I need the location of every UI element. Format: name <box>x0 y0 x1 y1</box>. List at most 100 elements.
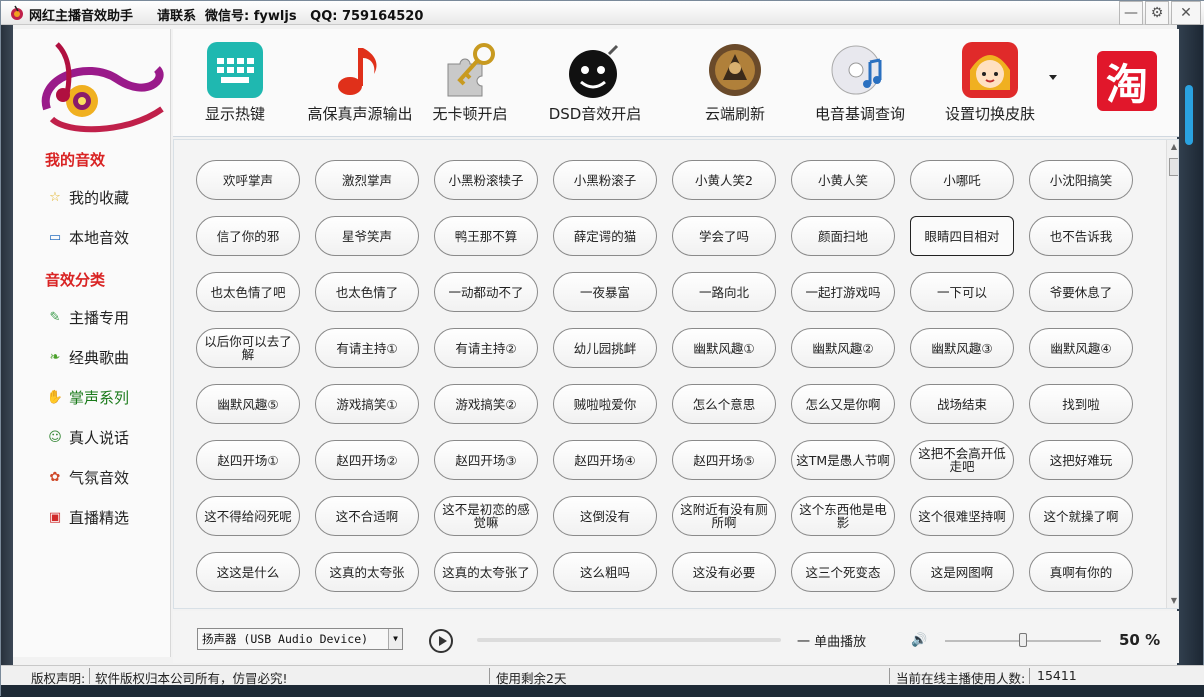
sidebar-item-label: 掌声系列 <box>69 388 130 407</box>
sound-button[interactable]: 怎么又是你啊 <box>791 384 895 424</box>
sound-button[interactable]: 这三个死变态 <box>791 552 895 592</box>
sound-button[interactable]: 欢呼掌声 <box>196 160 300 200</box>
sound-button[interactable]: 怎么个意思 <box>672 384 776 424</box>
edm-query-button[interactable]: 电音基调查询 <box>795 39 925 131</box>
sound-button[interactable]: 这不合适啊 <box>315 496 419 536</box>
sound-button[interactable]: 这把好难玩 <box>1029 440 1133 480</box>
sound-button[interactable]: 薛定谔的猫 <box>553 216 657 256</box>
sound-button[interactable]: 游戏搞笑② <box>434 384 538 424</box>
sound-button[interactable]: 这个东西他是电影 <box>791 496 895 536</box>
sound-button[interactable]: 这真的太夸张了 <box>434 552 538 592</box>
sound-button[interactable]: 赵四开场① <box>196 440 300 480</box>
sound-button[interactable]: 这真的太夸张 <box>315 552 419 592</box>
sound-button[interactable]: 一下可以 <box>910 272 1014 312</box>
scroll-up-icon[interactable]: ▲ <box>1169 142 1178 152</box>
sound-button[interactable]: 这TM是愚人节啊 <box>791 440 895 480</box>
sound-button[interactable]: 眼睛四目相对 <box>910 216 1014 256</box>
sound-button[interactable]: 一起打游戏吗 <box>791 272 895 312</box>
sound-button[interactable]: 这把不会高开低走吧 <box>910 440 1014 480</box>
sound-button[interactable]: 这不是初恋的感觉嘛 <box>434 496 538 536</box>
sound-button[interactable]: 游戏搞笑① <box>315 384 419 424</box>
sound-button[interactable]: 也太色情了 <box>315 272 419 312</box>
sound-button[interactable]: 爷要休息了 <box>1029 272 1133 312</box>
sound-button[interactable]: 幽默风趣② <box>791 328 895 368</box>
sound-button[interactable]: 这这是什么 <box>196 552 300 592</box>
sidebar-item-live-picks[interactable]: ▣ 直播精选 <box>47 505 129 529</box>
sound-button[interactable]: 有请主持② <box>434 328 538 368</box>
sound-button[interactable]: 小哪吒 <box>910 160 1014 200</box>
sound-button[interactable]: 真啊有你的 <box>1029 552 1133 592</box>
dsd-sound-button[interactable]: DSD音效开启 <box>530 39 660 131</box>
sidebar-item-speech[interactable]: ☺ 真人说话 <box>47 425 129 449</box>
settings-button[interactable]: ⚙ <box>1145 1 1169 25</box>
sound-button[interactable]: 幼儿园挑衅 <box>553 328 657 368</box>
no-lag-button[interactable]: 无卡顿开启 <box>405 39 535 131</box>
sound-button[interactable]: 小黄人笑2 <box>672 160 776 200</box>
sound-button[interactable]: 小黄人笑 <box>791 160 895 200</box>
sound-button[interactable]: 小沈阳搞笑 <box>1029 160 1133 200</box>
sound-button[interactable]: 幽默风趣⑤ <box>196 384 300 424</box>
sound-button[interactable]: 幽默风趣③ <box>910 328 1014 368</box>
sound-button[interactable]: 贼啦啦爱你 <box>553 384 657 424</box>
sound-button[interactable]: 一动都动不了 <box>434 272 538 312</box>
star-icon: ☆ <box>49 189 61 205</box>
sound-button[interactable]: 这没有必要 <box>672 552 776 592</box>
sound-button[interactable]: 也不告诉我 <box>1029 216 1133 256</box>
sidebar-item-label: 本地音效 <box>69 228 130 247</box>
status-bar: 版权声明: 软件版权归本公司所有，仿冒必究! 使用剩余2天 当前在线主播使用人数… <box>1 665 1204 686</box>
show-hotkeys-button[interactable]: 显示热键 <box>170 39 300 131</box>
sound-button[interactable]: 颜面扫地 <box>791 216 895 256</box>
sound-button[interactable]: 有请主持① <box>315 328 419 368</box>
sound-button[interactable]: 这是网图啊 <box>910 552 1014 592</box>
sound-button[interactable]: 赵四开场④ <box>553 440 657 480</box>
switch-skin-button[interactable]: 设置切换皮肤 <box>925 39 1055 131</box>
sound-button[interactable]: 以后你可以去了解 <box>196 328 300 368</box>
sound-button[interactable]: 战场结束 <box>910 384 1014 424</box>
sidebar-item-applause[interactable]: ✋ 掌声系列 <box>47 385 129 409</box>
sound-button[interactable]: 这附近有没有厕所啊 <box>672 496 776 536</box>
sound-button[interactable]: 赵四开场⑤ <box>672 440 776 480</box>
scroll-down-icon[interactable]: ▼ <box>1169 596 1178 606</box>
gear-icon: ⚙ <box>1150 5 1164 21</box>
scroll-thumb[interactable] <box>1169 158 1178 176</box>
sound-button[interactable]: 小黑粉滚子 <box>553 160 657 200</box>
audio-device-select[interactable]: 扬声器 (USB Audio Device) ▼ <box>197 628 403 650</box>
speaker-icon[interactable]: 🔊 <box>911 633 929 649</box>
left-decoration <box>1 25 13 665</box>
sound-button[interactable]: 这不得给闷死呢 <box>196 496 300 536</box>
close-button[interactable]: ✕ <box>1171 1 1201 25</box>
sound-button[interactable]: 找到啦 <box>1029 384 1133 424</box>
play-mode-toggle[interactable]: 一 单曲播放 <box>797 631 866 650</box>
sound-button[interactable]: 也太色情了吧 <box>196 272 300 312</box>
sidebar-item-atmosphere[interactable]: ✿ 气氛音效 <box>47 465 129 489</box>
sound-button[interactable]: 赵四开场③ <box>434 440 538 480</box>
sidebar-item-classic-songs[interactable]: ❧ 经典歌曲 <box>47 345 129 369</box>
sidebar-item-local[interactable]: ▭ 本地音效 <box>47 225 129 249</box>
sound-button[interactable]: 一夜暴富 <box>553 272 657 312</box>
sound-button[interactable]: 这么粗吗 <box>553 552 657 592</box>
sound-button[interactable]: 信了你的邪 <box>196 216 300 256</box>
sidebar-item-favorites[interactable]: ☆ 我的收藏 <box>47 185 129 209</box>
sound-button[interactable]: 小黑粉滚犊子 <box>434 160 538 200</box>
sound-button[interactable]: 一路向北 <box>672 272 776 312</box>
sound-button[interactable]: 星爷笑声 <box>315 216 419 256</box>
sound-button[interactable]: 幽默风趣① <box>672 328 776 368</box>
sound-button[interactable]: 幽默风趣④ <box>1029 328 1133 368</box>
vertical-scrollbar[interactable]: ▲ ▼ <box>1166 140 1178 608</box>
sound-button[interactable]: 这倒没有 <box>553 496 657 536</box>
sound-button[interactable]: 鸭王那不算 <box>434 216 538 256</box>
playback-progress[interactable] <box>477 638 781 642</box>
sidebar-item-streamer[interactable]: ✎ 主播专用 <box>47 305 129 329</box>
skin-dropdown-arrow-icon[interactable] <box>1049 75 1057 80</box>
taobao-button[interactable]: 淘 <box>1097 51 1157 111</box>
sound-button[interactable]: 赵四开场② <box>315 440 419 480</box>
volume-slider-thumb[interactable] <box>1019 633 1027 647</box>
sidebar-item-label: 我的收藏 <box>69 188 130 207</box>
play-button[interactable] <box>429 629 453 653</box>
sound-button[interactable]: 这个很难坚持啊 <box>910 496 1014 536</box>
minimize-button[interactable]: — <box>1119 1 1143 25</box>
cloud-refresh-button[interactable]: 云端刷新 <box>670 39 800 131</box>
sound-button[interactable]: 这个就操了啊 <box>1029 496 1133 536</box>
sound-button[interactable]: 激烈掌声 <box>315 160 419 200</box>
sound-button[interactable]: 学会了吗 <box>672 216 776 256</box>
